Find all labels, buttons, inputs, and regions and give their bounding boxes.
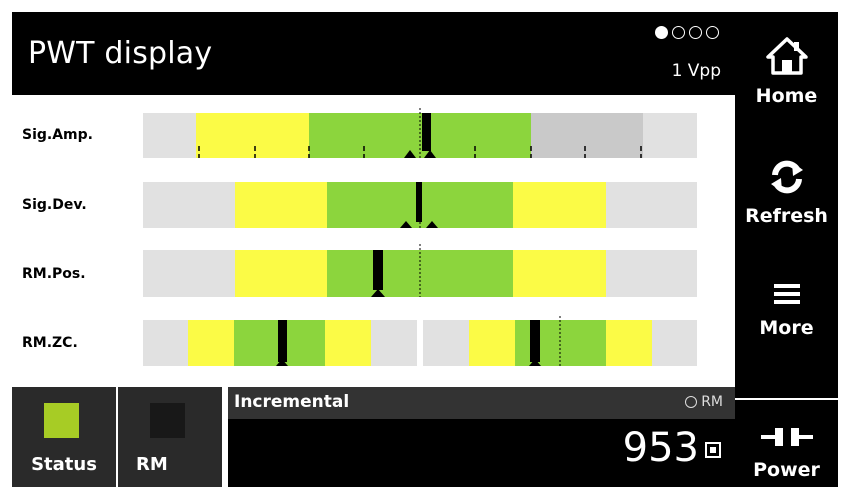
right-sidebar: Home Refresh More Power [735,12,838,487]
rm-status-label: RM [701,394,723,410]
status-indicator [44,403,79,438]
refresh-button[interactable]: Refresh [735,158,838,227]
status-button[interactable]: Status [12,387,116,487]
power-label: Power [753,459,820,481]
more-label: More [759,317,814,339]
hamburger-menu-icon [773,284,800,304]
bar-rm-zc [143,316,697,366]
bar-sig-dev [143,182,697,228]
refresh-label: Refresh [745,205,828,227]
position-value: 953 [622,425,699,471]
app-frame: PWT display 1 Vpp Sig.Amp. Sig.Dev. RM.P… [0,0,850,487]
unit-box-icon [705,442,721,458]
home-button[interactable]: Home [735,36,838,107]
refresh-icon [770,160,803,194]
mode-label: Incremental [234,392,350,412]
rm-label: RM [136,454,168,475]
value-panel-header: Incremental RM [228,387,735,419]
rm-status: RM [685,394,723,410]
power-button[interactable]: Power [735,398,838,481]
bar-rm-pos [143,244,697,297]
position-value-panel: Incremental RM 953 [228,387,735,487]
rm-indicator-square [150,403,185,438]
status-label: Status [31,454,97,475]
signal-bars-canvas [143,108,697,366]
power-plug-icon [760,428,813,446]
rm-ring-icon [685,396,698,408]
more-button[interactable]: More [735,280,838,339]
bar-sig-amp [143,108,697,158]
home-icon [765,37,808,75]
home-label: Home [755,85,818,107]
rm-button[interactable]: RM [118,387,222,487]
bottom-bar: Status RM Incremental RM 953 [12,387,735,487]
